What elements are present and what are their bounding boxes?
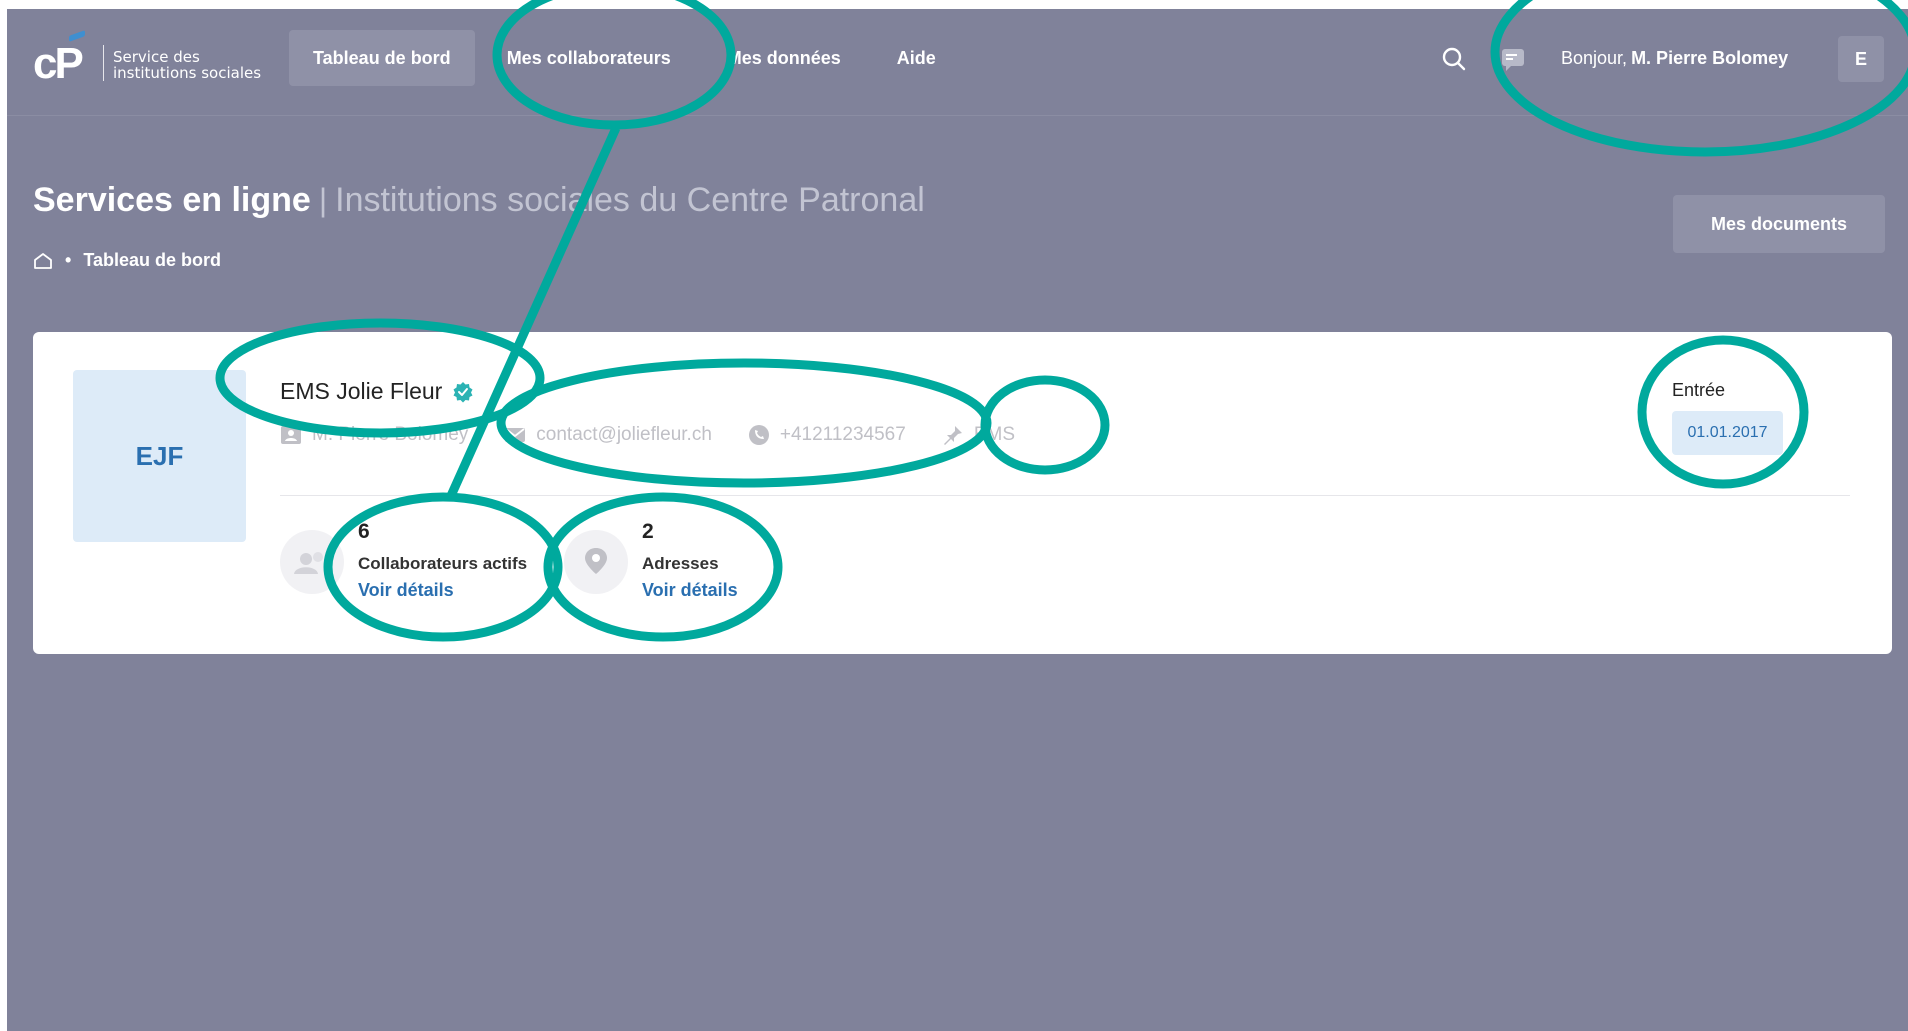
logo-mark: cP bbox=[33, 39, 84, 88]
verified-icon bbox=[453, 381, 473, 402]
email-text[interactable]: contact@joliefleur.ch bbox=[536, 424, 712, 446]
greeting-text: Bonjour, bbox=[1561, 47, 1628, 68]
phone-text[interactable]: +41211234567 bbox=[780, 424, 906, 446]
user-greeting: Bonjour, M. Pierre Bolomey bbox=[1561, 30, 1788, 86]
search-icon[interactable] bbox=[1441, 46, 1467, 72]
page-title-main: Services en ligne bbox=[33, 181, 311, 219]
logo-text: Service des institutions sociales bbox=[113, 49, 263, 81]
page-title: Services en ligne | Institutions sociales … bbox=[33, 181, 925, 220]
institution-name: EMS Jolie Fleur bbox=[280, 378, 443, 404]
contact-person-name: M. Pierre Bolomey bbox=[312, 424, 469, 445]
app-background: cP Service des institutions sociales Tab… bbox=[7, 9, 1908, 1031]
users-icon bbox=[280, 530, 344, 594]
phone-icon bbox=[748, 425, 769, 445]
pin-icon bbox=[943, 426, 962, 445]
type-text: EMS bbox=[973, 424, 1015, 445]
stat-label: Adresses bbox=[642, 554, 719, 573]
breadcrumb-dot: • bbox=[65, 250, 72, 270]
voir-details-link[interactable]: Voir détails bbox=[358, 580, 454, 601]
entry-date-badge: 01.01.2017 bbox=[1672, 411, 1783, 455]
stat-label: Collaborateurs actifs bbox=[358, 554, 528, 573]
logo-separator bbox=[103, 45, 104, 81]
institution-type: EMS bbox=[942, 424, 1015, 446]
nav-aide[interactable]: Aide bbox=[873, 30, 960, 86]
main-nav: Tableau de bord Mes collaborateurs Mes d… bbox=[289, 30, 968, 86]
breadcrumb-current: Tableau de bord bbox=[83, 250, 221, 270]
institution-name-row: EMS Jolie Fleur bbox=[280, 378, 474, 405]
nav-mes-donnees[interactable]: Mes données bbox=[703, 30, 865, 86]
logo-text-line2: institutions sociales bbox=[113, 64, 262, 82]
avatar[interactable]: E bbox=[1838, 36, 1884, 82]
contact-email: contact@joliefleur.ch bbox=[504, 424, 712, 446]
stat-value: 6 bbox=[358, 520, 370, 543]
logo[interactable]: cP Service des institutions sociales bbox=[33, 30, 263, 93]
location-pin-icon bbox=[564, 530, 628, 594]
page-subtitle: Institutions sociales du Centre Patronal bbox=[335, 181, 925, 219]
institution-card: EJF EMS Jolie Fleur M. Pierre Bolomey co… bbox=[33, 332, 1892, 654]
contact-person: M. Pierre Bolomey bbox=[280, 424, 468, 446]
top-navbar: cP Service des institutions sociales Tab… bbox=[7, 9, 1908, 116]
entry-label: Entrée bbox=[1672, 380, 1726, 400]
mes-documents-button[interactable]: Mes documents bbox=[1673, 195, 1885, 253]
stat-value: 2 bbox=[642, 520, 654, 543]
card-divider bbox=[280, 495, 1850, 496]
voir-details-link[interactable]: Voir détails bbox=[642, 580, 738, 601]
person-card-icon bbox=[281, 426, 301, 444]
chat-icon[interactable] bbox=[1500, 46, 1526, 72]
nav-tableau-de-bord[interactable]: Tableau de bord bbox=[289, 30, 475, 86]
home-icon[interactable] bbox=[33, 252, 53, 270]
institution-meta: M. Pierre Bolomey contact@joliefleur.ch … bbox=[280, 424, 1051, 446]
breadcrumb: • Tableau de bord bbox=[33, 250, 221, 271]
logo-text-line1: Service des bbox=[113, 48, 200, 66]
institution-monogram: EJF bbox=[73, 370, 246, 542]
nav-mes-collaborateurs[interactable]: Mes collaborateurs bbox=[483, 30, 695, 86]
contact-phone: +41211234567 bbox=[748, 424, 906, 446]
user-name: M. Pierre Bolomey bbox=[1631, 47, 1789, 68]
mail-icon bbox=[505, 428, 526, 442]
title-separator: | bbox=[318, 182, 328, 218]
